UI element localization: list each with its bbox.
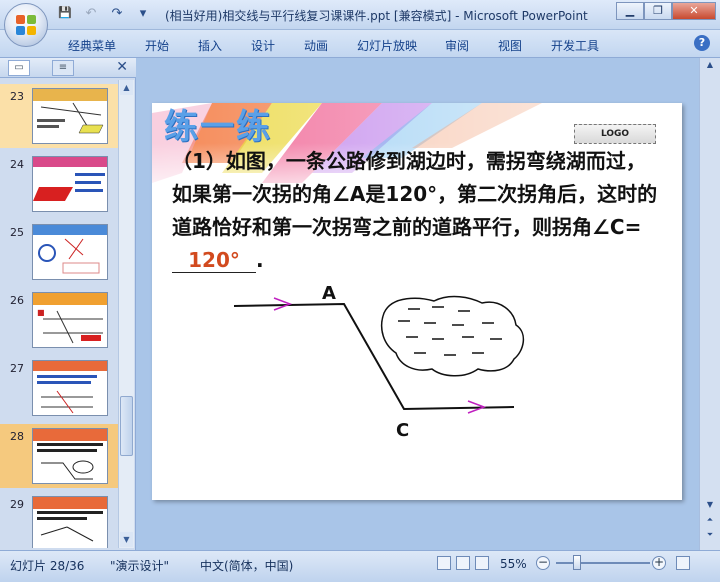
office-logo-icon <box>16 15 38 37</box>
slide-number: 24 <box>10 158 24 171</box>
tab-slideshow[interactable]: 幻灯片放映 <box>357 37 445 54</box>
theme-name: "演示设计" <box>110 559 170 573</box>
scroll-down-icon[interactable]: ▼ <box>702 498 718 512</box>
panel-close-icon[interactable]: ✕ <box>116 59 128 75</box>
slideshow-view-icon[interactable] <box>475 556 489 570</box>
slides-tab-icon[interactable]: ▭ <box>8 60 30 76</box>
slide-thumbnail[interactable]: 29 <box>0 492 118 548</box>
question-end: . <box>256 248 264 272</box>
ribbon: 经典菜单 开始 插入 设计 动画 幻灯片放映 审阅 视图 开发工具 ? <box>0 30 720 58</box>
slide-editing-area: 练一练 LOGO （1）如图，一条公路修到湖边时，需拐弯绕湖而过，如果第一次拐的… <box>137 58 699 550</box>
question-text[interactable]: （1）如图，一条公路修到湖边时，需拐弯绕湖而过，如果第一次拐的角∠A是120°，… <box>172 145 662 277</box>
slide-number: 28 <box>10 430 24 443</box>
window-controls: ▁ ❐ ✕ <box>616 2 716 20</box>
redo-icon[interactable]: ↷ <box>108 6 126 21</box>
slide-thumbnail[interactable]: 23 <box>0 84 118 148</box>
slide-preview <box>32 224 108 280</box>
thumbnail-scrollbar[interactable]: ▲ ▼ <box>118 80 134 548</box>
scrollbar-thumb[interactable] <box>120 396 133 456</box>
tab-developer[interactable]: 开发工具 <box>551 37 621 54</box>
zoom-slider-thumb[interactable] <box>573 555 581 570</box>
outline-tab-icon[interactable]: ≡ <box>52 60 74 76</box>
undo-icon[interactable]: ↶ <box>82 6 100 21</box>
slide-number: 23 <box>10 90 24 103</box>
slide-sorter-icon[interactable] <box>456 556 470 570</box>
slide-thumbnail[interactable]: 25 <box>0 220 118 284</box>
office-button[interactable] <box>4 3 48 47</box>
status-bar: 幻灯片 28/36 "演示设计" 中文(简体，中国) 55% − + <box>0 550 720 582</box>
question-body: （1）如图，一条公路修到湖边时，需拐弯绕湖而过，如果第一次拐的角∠A是120°，… <box>172 149 658 239</box>
title-bar: 💾 ↶ ↷ ▾ (相当好用)相交线与平行线复习课课件.ppt [兼容模式] - … <box>0 0 720 30</box>
slide-preview: ■ <box>32 292 108 348</box>
zoom-in-icon[interactable]: + <box>652 556 666 570</box>
tab-design[interactable]: 设计 <box>251 37 304 54</box>
scroll-down-icon[interactable]: ▼ <box>120 532 133 547</box>
fit-to-window-icon[interactable] <box>676 556 690 570</box>
zoom-level[interactable]: 55% <box>500 557 527 571</box>
qat-more-icon[interactable]: ▾ <box>134 6 152 21</box>
panel-tabs: ▭ ≡ ✕ <box>0 58 136 78</box>
slide-number: 25 <box>10 226 24 239</box>
tab-view[interactable]: 视图 <box>498 37 551 54</box>
previous-slide-icon[interactable]: ⏶ <box>702 513 718 527</box>
window-title: (相当好用)相交线与平行线复习课课件.ppt [兼容模式] - Microsof… <box>165 9 588 23</box>
tab-home[interactable]: 开始 <box>145 37 198 54</box>
slide-preview <box>32 88 108 144</box>
slide-preview <box>32 156 108 212</box>
slide-number: 29 <box>10 498 24 511</box>
tab-review[interactable]: 审阅 <box>445 37 498 54</box>
road-diagram[interactable] <box>152 273 682 443</box>
slide-preview <box>32 428 108 484</box>
svg-text:■: ■ <box>37 308 45 317</box>
ribbon-tabs: 经典菜单 开始 插入 设计 动画 幻灯片放映 审阅 视图 开发工具 <box>68 37 621 54</box>
tab-classic-menu[interactable]: 经典菜单 <box>68 37 145 54</box>
slide-thumbnail[interactable]: 27 <box>0 356 118 420</box>
slide-position: 幻灯片 28/36 <box>10 559 85 573</box>
slide-number: 27 <box>10 362 24 375</box>
logo-placeholder[interactable]: LOGO <box>574 124 656 144</box>
slide-scrollbar[interactable]: ▲ ▼ ⏶ ⏷ <box>699 58 720 550</box>
next-slide-icon[interactable]: ⏷ <box>702 528 718 542</box>
answer-blank: 120° <box>172 248 256 273</box>
normal-view-icon[interactable] <box>437 556 451 570</box>
quick-access-toolbar: 💾 ↶ ↷ ▾ <box>56 6 152 21</box>
slide-thumbnail[interactable]: 24 <box>0 152 118 216</box>
slide-preview <box>32 360 108 416</box>
slides-panel: ▭ ≡ ✕ 23 24 25 26 ■ 27 28 29 ▲ ▼ <box>0 58 136 550</box>
minimize-button[interactable]: ▁ <box>616 2 644 20</box>
scroll-up-icon[interactable]: ▲ <box>120 80 133 95</box>
tab-animation[interactable]: 动画 <box>304 37 357 54</box>
slide-number: 26 <box>10 294 24 307</box>
slide-preview <box>32 496 108 548</box>
current-slide[interactable]: 练一练 LOGO （1）如图，一条公路修到湖边时，需拐弯绕湖而过，如果第一次拐的… <box>152 103 682 500</box>
tab-insert[interactable]: 插入 <box>198 37 251 54</box>
save-icon[interactable]: 💾 <box>56 6 74 21</box>
maximize-button[interactable]: ❐ <box>644 2 672 20</box>
scroll-up-icon[interactable]: ▲ <box>702 58 718 72</box>
lake-shape <box>380 295 525 377</box>
zoom-out-icon[interactable]: − <box>536 556 550 570</box>
close-button[interactable]: ✕ <box>672 2 716 20</box>
slide-thumbnail[interactable]: 26 ■ <box>0 288 118 352</box>
slide-thumbnail-selected[interactable]: 28 <box>0 424 118 488</box>
label-c: C <box>396 420 410 441</box>
slide-thumbnails: 23 24 25 26 ■ 27 28 29 <box>0 80 118 548</box>
label-a: A <box>322 283 336 304</box>
slide-title[interactable]: 练一练 <box>164 103 272 148</box>
language-status[interactable]: 中文(简体，中国) <box>200 557 293 574</box>
help-icon[interactable]: ? <box>694 35 710 51</box>
zoom-slider[interactable] <box>556 562 650 564</box>
